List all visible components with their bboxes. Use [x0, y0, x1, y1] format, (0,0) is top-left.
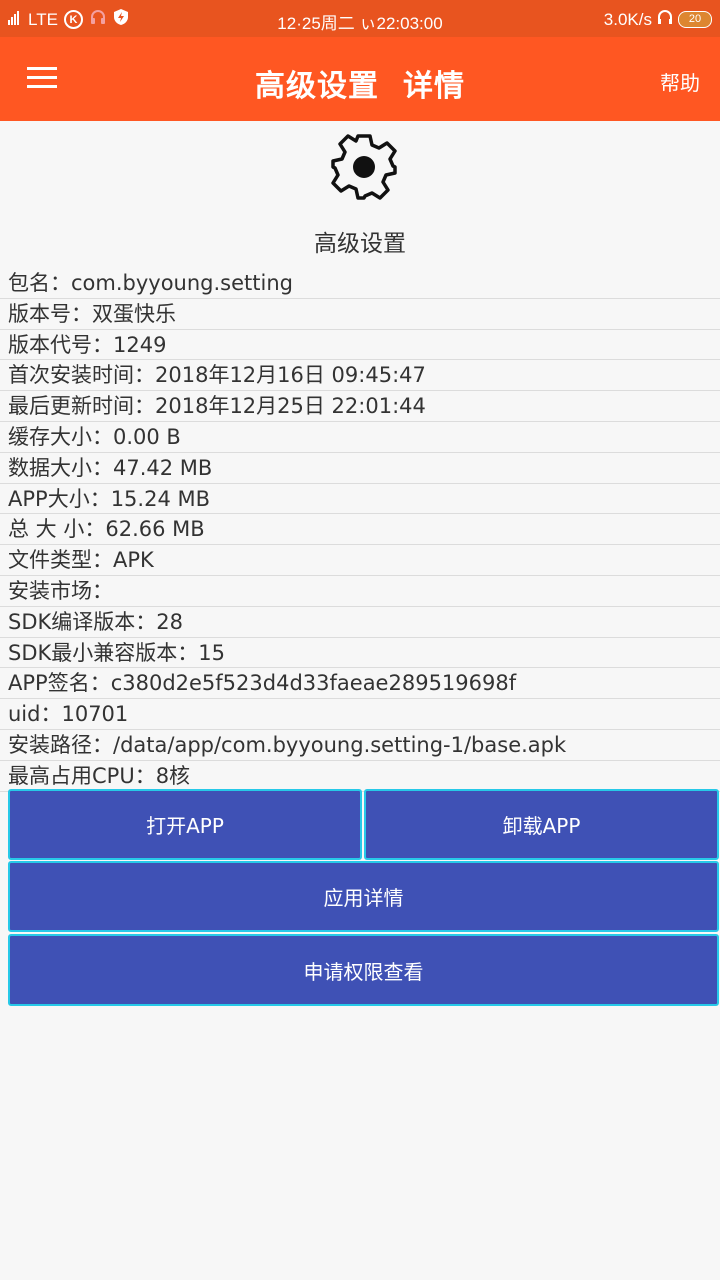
info-app-size: APP大小：15.24 MB — [0, 484, 720, 515]
app-details-button[interactable]: 应用详情 — [8, 861, 719, 932]
status-bar: LTE K 12·25周二 ぃ22:03:00 3.0K/s 20 — [0, 0, 720, 37]
permissions-view-button[interactable]: 申请权限查看 — [8, 934, 719, 1006]
status-right: 3.0K/s 20 — [604, 8, 712, 31]
help-button[interactable]: 帮助 — [660, 67, 700, 96]
toolbar-title: 高级设置 详情 — [0, 61, 720, 105]
headphone-icon — [656, 8, 674, 31]
network-speed: 3.0K/s — [603, 9, 652, 29]
info-package-name: 包名：com.byyoung.setting — [0, 268, 720, 299]
toolbar-title-sub: 详情 — [403, 69, 465, 104]
info-last-update-time: 最后更新时间：2018年12月25日 22:01:44 — [0, 391, 720, 422]
info-target-sdk: SDK编译版本：28 — [0, 607, 720, 638]
info-data-size: 数据大小：47.42 MB — [0, 453, 720, 484]
info-uid: uid：10701 — [0, 699, 720, 730]
open-app-button[interactable]: 打开APP — [8, 789, 362, 860]
uninstall-app-button[interactable]: 卸载APP — [364, 789, 719, 860]
info-first-install-time: 首次安装时间：2018年12月16日 09:45:47 — [0, 360, 720, 392]
info-min-sdk: SDK最小兼容版本：15 — [0, 638, 720, 669]
info-app-signature: APP签名：c380d2e5f523d4d33faeae289519698f — [0, 668, 720, 700]
info-version-code: 版本代号：1249 — [0, 330, 720, 361]
app-toolbar: 高级设置 详情 帮助 — [0, 37, 720, 121]
info-total-size: 总 大 小：62.66 MB — [0, 514, 720, 546]
gear-icon — [329, 132, 399, 202]
app-info-list: 包名：com.byyoung.setting 版本号：双蛋快乐 版本代号：124… — [0, 268, 720, 792]
battery-icon: 20 — [678, 11, 712, 28]
info-install-market: 安装市场： — [0, 576, 720, 607]
toolbar-title-main: 高级设置 — [255, 69, 379, 104]
page-title: 高级设置 — [314, 231, 406, 257]
info-file-type: 文件类型：APK — [0, 545, 720, 576]
info-install-path: 安装路径：/data/app/com.byyoung.setting-1/bas… — [0, 730, 720, 761]
info-cache-size: 缓存大小：0.00 B — [0, 422, 720, 453]
info-max-cpu: 最高占用CPU：8核 — [0, 761, 720, 792]
info-version-name: 版本号：双蛋快乐 — [0, 299, 720, 330]
